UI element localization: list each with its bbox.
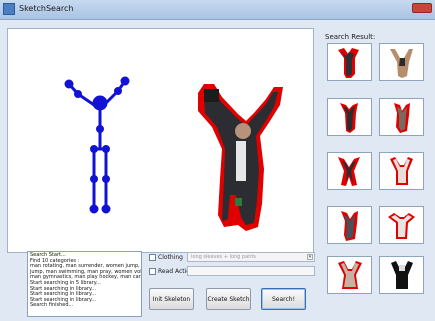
skeleton-figure (64, 76, 130, 214)
result-thumbnail[interactable] (379, 98, 424, 136)
window-title: SketchSearch (19, 4, 74, 13)
close-button[interactable] (412, 3, 432, 13)
read-action-input[interactable] (187, 266, 315, 276)
clothing-checkbox[interactable] (149, 254, 156, 261)
init-skeleton-button[interactable]: Init Skeleton (149, 288, 194, 310)
person-silhouette (198, 84, 283, 231)
canvas-drawing (64, 76, 283, 231)
result-thumbnail[interactable] (327, 98, 372, 136)
search-results-grid (320, 36, 432, 321)
chevron-down-icon[interactable]: ▾ (307, 254, 313, 260)
result-thumbnail[interactable] (379, 256, 424, 294)
create-sketch-button[interactable]: Create Sketch (206, 288, 251, 310)
result-thumbnail[interactable] (379, 206, 424, 244)
result-thumbnail[interactable] (327, 206, 372, 244)
clothing-label: Clothing (158, 254, 183, 261)
search-button[interactable]: Search! (261, 288, 306, 310)
result-thumbnail[interactable] (327, 43, 372, 81)
result-thumbnail[interactable] (379, 43, 424, 81)
sketch-canvas[interactable] (7, 28, 314, 253)
app-icon (3, 3, 15, 15)
read-action-checkbox[interactable] (149, 268, 156, 275)
result-thumbnail[interactable] (379, 152, 424, 190)
clothing-dropdown-value: long sleeves + long pants (191, 254, 256, 260)
result-thumbnail[interactable] (327, 152, 372, 190)
log-line: Search finished... (30, 302, 74, 309)
title-bar: SketchSearch (0, 0, 435, 20)
search-log: Search Start... Find 10 categories : man… (27, 251, 142, 317)
result-thumbnail[interactable] (327, 256, 372, 294)
clothing-dropdown[interactable]: long sleeves + long pants ▾ (187, 252, 315, 262)
